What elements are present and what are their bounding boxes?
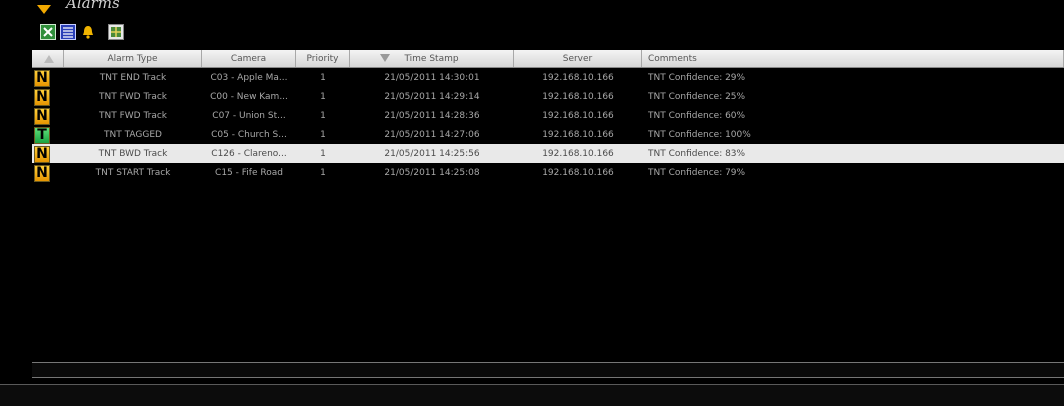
excel-export-icon (40, 24, 56, 40)
priority-cell: 1 (320, 148, 326, 159)
timestamp-cell: 21/05/2011 14:30:01 (384, 72, 480, 83)
row-badge-cell: N (32, 87, 64, 106)
alarm-window-icon (36, 0, 52, 14)
server-cell: 192.168.10.166 (542, 110, 614, 121)
column-header-comments[interactable]: Comments (642, 50, 1064, 67)
alarm-type-cell: TNT START Track (95, 167, 171, 178)
column-header-alarm-type[interactable]: Alarm Type (64, 50, 202, 67)
table-row[interactable]: N TNT END Track C03 - Apple Ma... 1 21/05/20… (32, 68, 1064, 87)
track-badge-icon: N (34, 88, 50, 106)
camera-cell: C00 - New Kam... (210, 91, 288, 102)
server-cell: 192.168.10.166 (542, 72, 614, 83)
track-badge-icon: N (34, 164, 50, 182)
window-titlebar: Alarms (0, 0, 1064, 20)
status-bar (0, 384, 1064, 406)
row-badge-cell: N (32, 68, 64, 87)
server-cell: 192.168.10.166 (542, 167, 614, 178)
track-badge-icon: N (34, 69, 50, 87)
server-cell: 192.168.10.166 (542, 91, 614, 102)
table-body: N TNT END Track C03 - Apple Ma... 1 21/05/20… (32, 68, 1064, 182)
priority-cell: 1 (320, 72, 326, 83)
track-badge-icon: N (34, 107, 50, 125)
comments-cell: TNT Confidence: 29% (648, 72, 746, 83)
comments-cell: TNT Confidence: 60% (648, 110, 746, 121)
left-edge (0, 8, 8, 378)
camera-cell: C07 - Union St... (212, 110, 286, 121)
table-row[interactable]: N TNT FWD Track C07 - Union St... 1 21/05/20… (32, 106, 1064, 125)
horizontal-scrollbar[interactable] (32, 362, 1064, 378)
comments-cell: TNT Confidence: 100% (648, 129, 751, 140)
comments-cell: TNT Confidence: 83% (648, 148, 746, 159)
comments-cell: TNT Confidence: 79% (648, 167, 746, 178)
window-title: Alarms (66, 0, 120, 12)
timestamp-cell: 21/05/2011 14:27:06 (384, 129, 480, 140)
priority-cell: 1 (320, 167, 326, 178)
alarm-type-cell: TNT TAGGED (104, 129, 162, 140)
tagged-badge-icon: T (34, 126, 50, 144)
alarm-table: Alarm Type Camera Priority Time Stamp Se… (32, 50, 1064, 378)
table-row[interactable]: N TNT BWD Track C126 - Clareno... 1 21/05/20… (32, 144, 1064, 163)
column-header-server[interactable]: Server (514, 50, 642, 67)
row-badge-cell: N (32, 163, 64, 182)
badge-column-header[interactable] (32, 50, 64, 67)
server-cell: 192.168.10.166 (542, 148, 614, 159)
alarm-bell-button[interactable] (80, 24, 96, 40)
list-view-button[interactable] (60, 24, 76, 40)
column-header-time-stamp-label: Time Stamp (404, 53, 459, 64)
priority-cell: 1 (320, 129, 326, 140)
bell-icon (83, 26, 93, 39)
excel-export-button[interactable] (40, 24, 56, 40)
camera-cell: C126 - Clareno... (211, 148, 287, 159)
table-row[interactable]: N TNT START Track C15 - Fife Road 1 21/05/20… (32, 163, 1064, 182)
row-badge-cell: T (32, 125, 64, 144)
camera-cell: C15 - Fife Road (215, 167, 283, 178)
table-header: Alarm Type Camera Priority Time Stamp Se… (32, 50, 1064, 68)
server-cell: 192.168.10.166 (542, 129, 614, 140)
camera-cell: C03 - Apple Ma... (210, 72, 288, 83)
column-header-time-stamp[interactable]: Time Stamp (350, 50, 514, 67)
alarm-type-cell: TNT FWD Track (98, 91, 167, 102)
timestamp-cell: 21/05/2011 14:25:08 (384, 167, 480, 178)
column-header-camera[interactable]: Camera (202, 50, 296, 67)
map-icon (108, 24, 124, 40)
comments-cell: TNT Confidence: 25% (648, 91, 746, 102)
row-badge-cell: N (32, 106, 64, 125)
alarm-type-cell: TNT FWD Track (98, 110, 167, 121)
table-row[interactable]: N TNT FWD Track C00 - New Kam... 1 21/05/201… (32, 87, 1064, 106)
sort-up-icon (43, 54, 54, 63)
camera-cell: C05 - Church S... (211, 129, 287, 140)
priority-cell: 1 (320, 110, 326, 121)
table-row[interactable]: T TNT TAGGED C05 - Church S... 1 21/05/2011 … (32, 125, 1064, 144)
column-header-priority[interactable]: Priority (296, 50, 350, 67)
alarm-type-cell: TNT END Track (99, 72, 167, 83)
row-badge-cell: N (32, 144, 64, 163)
track-badge-icon: N (34, 145, 50, 163)
alarm-type-cell: TNT BWD Track (98, 148, 168, 159)
priority-cell: 1 (320, 91, 326, 102)
sort-descending-icon (380, 54, 390, 62)
map-view-button[interactable] (108, 24, 124, 40)
timestamp-cell: 21/05/2011 14:28:36 (384, 110, 480, 121)
list-view-icon (60, 24, 76, 40)
timestamp-cell: 21/05/2011 14:25:56 (384, 148, 480, 159)
timestamp-cell: 21/05/2011 14:29:14 (384, 91, 480, 102)
